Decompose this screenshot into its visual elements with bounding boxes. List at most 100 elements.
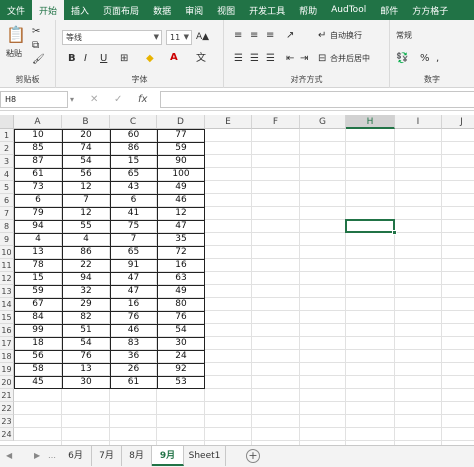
font-size-dropdown[interactable]: 11 ▼: [166, 30, 192, 45]
tab-file[interactable]: 文件: [0, 0, 32, 20]
currency-icon[interactable]: 💱: [396, 53, 408, 65]
italic-button[interactable]: I: [84, 53, 87, 65]
outdent-icon[interactable]: ⇥: [300, 53, 308, 65]
row-header[interactable]: 4: [0, 168, 14, 181]
name-box-dropdown-icon[interactable]: ▾: [70, 94, 74, 106]
more-sheets-icon[interactable]: …: [48, 451, 56, 460]
tab-home[interactable]: 开始: [32, 0, 65, 20]
row-header[interactable]: 3: [0, 155, 14, 168]
sheet-tab[interactable]: 8月: [122, 446, 152, 466]
align-middle-icon[interactable]: ≡: [250, 30, 258, 42]
column-header[interactable]: I: [395, 115, 442, 129]
tab-developer[interactable]: 开发工具: [242, 0, 292, 20]
scroll-left-icon[interactable]: ◀: [6, 451, 12, 460]
fill-color-icon[interactable]: ◆: [146, 53, 154, 65]
percent-icon[interactable]: %: [420, 53, 430, 65]
row-header[interactable]: 5: [0, 181, 14, 194]
row-header[interactable]: 12: [0, 272, 14, 285]
sheet-tab[interactable]: 7月: [92, 446, 122, 466]
tab-fangfang[interactable]: 方方格子: [405, 0, 455, 20]
table-border: [14, 246, 205, 247]
row-header[interactable]: 15: [0, 311, 14, 324]
tab-insert[interactable]: 插入: [64, 0, 96, 20]
tab-review[interactable]: 审阅: [178, 0, 210, 20]
table-border: [14, 142, 205, 143]
bold-button[interactable]: B: [68, 53, 76, 65]
comma-icon[interactable]: ,: [436, 53, 439, 65]
column-header[interactable]: F: [252, 115, 300, 129]
align-bottom-icon[interactable]: ≡: [266, 30, 274, 42]
number-format-dropdown[interactable]: 常规: [396, 30, 412, 42]
row-header[interactable]: 18: [0, 350, 14, 363]
tab-view[interactable]: 视图: [210, 0, 242, 20]
tab-mail[interactable]: 邮件: [373, 0, 405, 20]
row-header[interactable]: 16: [0, 324, 14, 337]
column-header[interactable]: G: [300, 115, 346, 129]
column-header[interactable]: J: [442, 115, 474, 129]
name-box[interactable]: H8: [0, 91, 68, 108]
tab-audtool[interactable]: AudTool: [324, 0, 373, 20]
select-all-corner[interactable]: [0, 115, 14, 129]
font-color-icon[interactable]: A: [170, 52, 178, 64]
column-header[interactable]: E: [205, 115, 252, 129]
align-right-icon[interactable]: ☰: [266, 53, 275, 65]
row-header[interactable]: 22: [0, 402, 14, 415]
tab-page-layout[interactable]: 页面布局: [96, 0, 146, 20]
wrap-text-button[interactable]: 自动换行: [330, 30, 362, 42]
tab-data[interactable]: 数据: [146, 0, 178, 20]
row-header[interactable]: 6: [0, 194, 14, 207]
merge-center-icon[interactable]: ⊟: [318, 53, 326, 65]
selected-cell[interactable]: [345, 219, 395, 233]
table-border: [14, 220, 205, 221]
enter-icon[interactable]: ✓: [114, 94, 122, 106]
row-header[interactable]: 24: [0, 428, 14, 441]
sheet-tab[interactable]: 6月: [60, 446, 92, 466]
tab-help[interactable]: 帮助: [292, 0, 324, 20]
format-painter-icon[interactable]: 🖌: [32, 54, 45, 66]
column-header[interactable]: C: [110, 115, 157, 129]
copy-icon[interactable]: ⧉: [32, 40, 39, 52]
row-header[interactable]: 10: [0, 246, 14, 259]
row-header[interactable]: 23: [0, 415, 14, 428]
sheet-tab[interactable]: 9月: [152, 446, 184, 466]
spreadsheet-grid[interactable]: ABCDEFGHIJ 1 2 3 4 5 6 7 8 9 10 11 12 13 14 15 16 17 18 19…: [0, 115, 474, 445]
row-header[interactable]: 2: [0, 142, 14, 155]
font-name-dropdown[interactable]: 等线 ▼: [62, 30, 162, 45]
align-top-icon[interactable]: ≡: [234, 30, 242, 42]
cut-icon[interactable]: ✂: [32, 26, 40, 38]
align-center-icon[interactable]: ☰: [250, 53, 259, 65]
column-header[interactable]: A: [14, 115, 62, 129]
align-left-icon[interactable]: ☰: [234, 53, 243, 65]
column-header[interactable]: D: [157, 115, 205, 129]
scroll-right-icon[interactable]: ▶: [34, 451, 40, 460]
column-header[interactable]: B: [62, 115, 110, 129]
row-header[interactable]: 1: [0, 129, 14, 142]
column-header[interactable]: H: [346, 115, 395, 129]
row-header[interactable]: 7: [0, 207, 14, 220]
row-header[interactable]: 19: [0, 363, 14, 376]
row-header[interactable]: 21: [0, 389, 14, 402]
row-header[interactable]: 17: [0, 337, 14, 350]
add-sheet-icon[interactable]: +: [246, 449, 260, 463]
increase-font-icon[interactable]: A▲: [196, 31, 209, 43]
paste-button[interactable]: 粘贴: [6, 48, 22, 60]
fill-handle[interactable]: [392, 230, 397, 235]
sheet-tab[interactable]: Sheet1: [184, 446, 226, 466]
paste-icon[interactable]: 📋: [6, 26, 26, 44]
merge-center-button[interactable]: 合并后居中: [330, 53, 370, 65]
row-header[interactable]: 20: [0, 376, 14, 389]
phonetic-icon[interactable]: 文: [196, 53, 206, 65]
orientation-icon[interactable]: ↗: [286, 30, 294, 42]
row-header[interactable]: 11: [0, 259, 14, 272]
underline-button[interactable]: U: [100, 53, 107, 65]
indent-icon[interactable]: ⇤: [286, 53, 294, 65]
row-header[interactable]: 14: [0, 298, 14, 311]
row-header[interactable]: 9: [0, 233, 14, 246]
cancel-icon[interactable]: ✕: [90, 94, 98, 106]
formula-input[interactable]: [160, 91, 474, 108]
insert-function-button[interactable]: fx: [138, 94, 147, 106]
row-header[interactable]: 8: [0, 220, 14, 233]
border-icon[interactable]: ⊞: [120, 53, 128, 65]
wrap-text-icon[interactable]: ↵: [318, 30, 326, 42]
row-header[interactable]: 13: [0, 285, 14, 298]
